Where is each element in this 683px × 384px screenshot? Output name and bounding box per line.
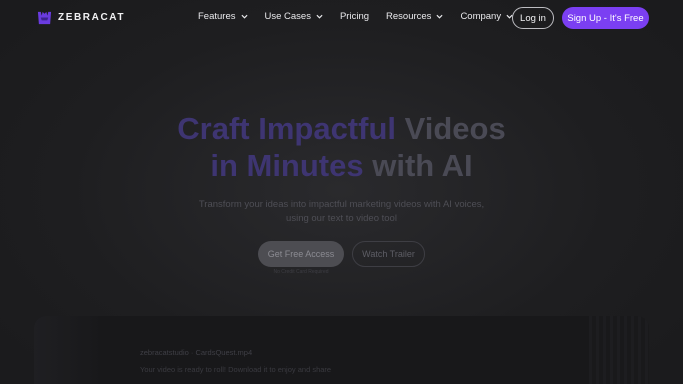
zebracat-logo-icon: [37, 11, 52, 25]
hero-subtitle-line-2: using our text to video tool: [286, 213, 397, 224]
hero-title-accent: in Minutes: [210, 148, 364, 183]
nav-item-features[interactable]: Features: [198, 11, 248, 22]
nav-item-resources[interactable]: Resources: [386, 11, 443, 22]
hero-title-line-2: in Minutes with AI: [0, 147, 683, 184]
hero-title-rest: Videos: [396, 111, 506, 146]
hero-title: Craft Impactful Videos in Minutes with A…: [0, 110, 683, 184]
hero-subtitle-line-1: Transform your ideas into impactful mark…: [198, 199, 485, 210]
product-preview-panel: zebracatstudio · CardsQuest.mp4 Your vid…: [34, 316, 649, 384]
chevron-down-icon: [436, 14, 443, 19]
hero-title-rest: with AI: [363, 148, 473, 183]
chevron-down-icon: [240, 14, 248, 19]
preview-file-label: zebracatstudio · CardsQuest.mp4: [140, 348, 253, 357]
hero-subtitle: Transform your ideas into impactful mark…: [0, 198, 683, 226]
nav-item-label: Resources: [386, 11, 432, 22]
login-button[interactable]: Log in: [512, 7, 554, 29]
nav-item-label: Pricing: [339, 11, 370, 22]
no-credit-card-note: No Credit Card Required: [273, 269, 329, 275]
nav-item-pricing[interactable]: Pricing: [340, 11, 369, 22]
signup-button[interactable]: Sign Up - It's Free: [562, 7, 649, 29]
hero-title-line-1: Craft Impactful Videos: [0, 110, 683, 147]
get-free-access-button[interactable]: Get Free Access: [258, 241, 344, 267]
preview-message: Your video is ready to roll! Download it…: [140, 365, 332, 374]
brand-logo[interactable]: ZEBRACAT: [37, 10, 125, 25]
nav-item-company[interactable]: Company: [460, 11, 513, 22]
top-navigation: ZEBRACAT Features Use Cases Pricing Reso…: [0, 0, 683, 36]
nav-item-label: Use Cases: [264, 11, 311, 22]
chevron-down-icon: [316, 14, 323, 19]
nav-item-label: Features: [198, 11, 236, 22]
watch-trailer-button[interactable]: Watch Trailer: [352, 241, 425, 267]
nav-item-label: Company: [460, 11, 502, 22]
landing-page: ZEBRACAT Features Use Cases Pricing Reso…: [0, 0, 683, 384]
nav-item-use-cases[interactable]: Use Cases: [265, 11, 323, 22]
brand-name: ZEBRACAT: [58, 12, 126, 23]
nav-links: Features Use Cases Pricing Resources Com…: [198, 11, 530, 22]
hero-title-accent: Craft Impactful: [177, 111, 397, 146]
